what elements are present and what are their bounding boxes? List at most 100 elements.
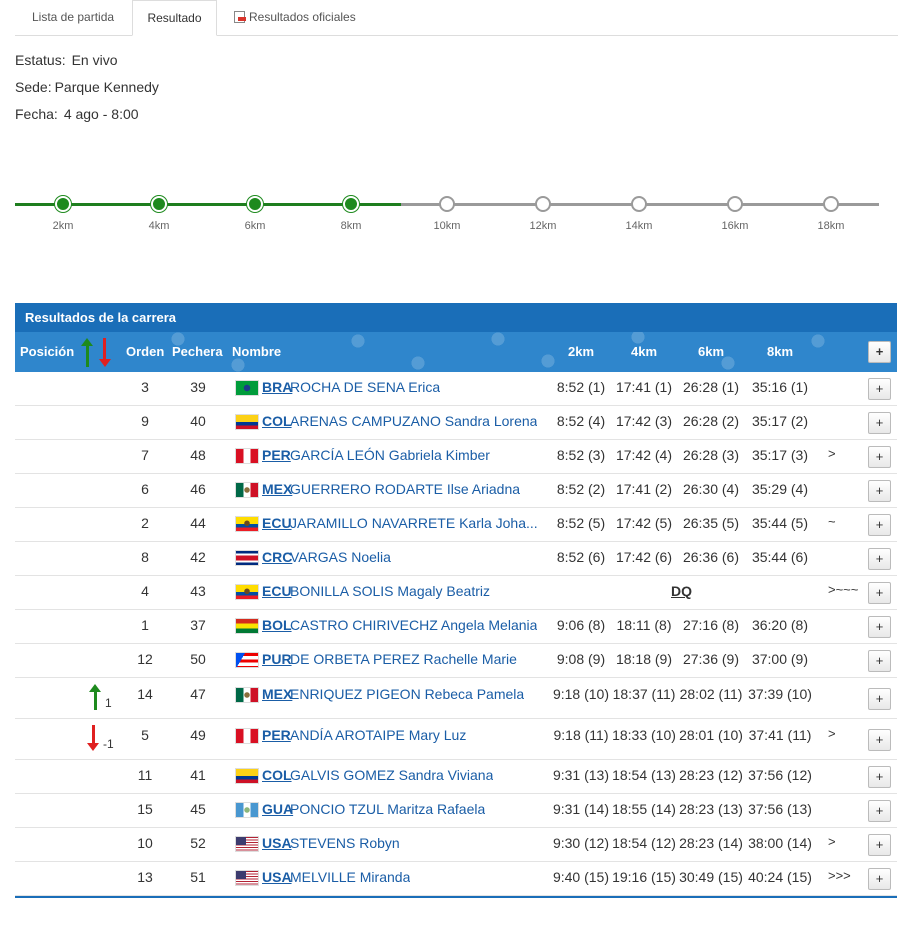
split-2km-cell: 8:52 (5) — [556, 515, 606, 531]
table-row: 1 14 47 MEX ENRIQUEZ PIGEON Rebeca Pamela 9:1… — [15, 678, 897, 719]
expand-row-button[interactable]: + — [868, 834, 891, 856]
expand-row-button[interactable]: + — [868, 766, 891, 788]
expand-row-button[interactable]: + — [868, 729, 891, 751]
tab-start-list[interactable]: Lista de partida — [32, 0, 114, 36]
athlete-name-link[interactable]: PONCIO TZUL Maritza Rafaela — [290, 801, 485, 817]
expand-all-button[interactable]: + — [868, 341, 891, 363]
country-code-link[interactable]: ECU — [262, 515, 292, 531]
header-split-8km[interactable]: 8km — [747, 344, 813, 359]
checkpoint-12km-marker — [535, 196, 551, 212]
country-code-link[interactable]: USA — [262, 869, 292, 885]
split-2km-cell: 9:30 (12) — [552, 835, 610, 851]
expand-row-button[interactable]: + — [868, 480, 891, 502]
split-2km-cell: 9:06 (8) — [556, 617, 606, 633]
checkpoint-16km-marker — [727, 196, 743, 212]
checkpoint-4km-marker — [151, 196, 167, 212]
athlete-name-link[interactable]: GALVIS GOMEZ Sandra Viviana — [290, 767, 493, 783]
split-6km-cell: 26:35 (5) — [682, 515, 740, 531]
checkpoint-10km-marker — [439, 196, 455, 212]
bib-cell: 50 — [190, 651, 206, 667]
expand-row-button[interactable]: + — [868, 548, 891, 570]
country-code-link[interactable]: ECU — [262, 583, 292, 599]
split-6km-cell: 28:23 (14) — [679, 835, 743, 851]
header-split-6km[interactable]: 6km — [678, 344, 744, 359]
results-table-header: Posición Orden Pechera Nombre 2km 4km 6k… — [15, 332, 897, 372]
flag-col-icon — [235, 414, 259, 430]
country-code-link[interactable]: COL — [262, 767, 292, 783]
expand-row-button[interactable]: + — [868, 446, 891, 468]
country-code-link[interactable]: BRA — [262, 379, 292, 395]
expand-row-button[interactable]: + — [868, 378, 891, 400]
athlete-name-link[interactable]: DE ORBETA PEREZ Rachelle Marie — [290, 651, 517, 667]
country-code-link[interactable]: CRC — [262, 549, 292, 565]
split-8km-cell: 35:29 (4) — [751, 481, 809, 497]
header-position[interactable]: Posición — [20, 344, 74, 359]
header-split-2km[interactable]: 2km — [548, 344, 614, 359]
split-2km-cell: 8:52 (4) — [556, 413, 606, 429]
expand-row-button[interactable]: + — [868, 582, 891, 604]
country-code-link[interactable]: BOL — [262, 617, 292, 633]
tab-results[interactable]: Resultado — [132, 0, 217, 36]
expand-row-button[interactable]: + — [868, 868, 891, 890]
country-code-link[interactable]: PER — [262, 447, 291, 463]
table-row: 7 48 PER GARCÍA LEÓN Gabriela Kimber 8:52 (3… — [15, 440, 897, 474]
dq-badge: DQ — [671, 583, 692, 599]
athlete-name-link[interactable]: MELVILLE Miranda — [290, 869, 410, 885]
checkpoint-18km-marker — [823, 196, 839, 212]
athlete-name-link[interactable]: ROCHA DE SENA Erica — [290, 379, 440, 395]
checkpoint-label: 4km — [148, 220, 170, 232]
header-name[interactable]: Nombre — [232, 344, 281, 359]
country-code-link[interactable]: USA — [262, 835, 292, 851]
athlete-name-link[interactable]: GUERRERO RODARTE Ilse Ariadna — [290, 481, 520, 497]
checkpoint-8km-marker — [343, 196, 359, 212]
split-4km-cell: 18:37 (11) — [612, 686, 676, 702]
split-4km-cell: 17:42 (5) — [615, 515, 673, 531]
athlete-name-link[interactable]: JARAMILLO NAVARRETE Karla Joha... — [290, 515, 538, 531]
athlete-name-link[interactable]: ANDÍA AROTAIPE Mary Luz — [290, 727, 466, 743]
expand-row-button[interactable]: + — [868, 688, 891, 710]
expand-row-button[interactable]: + — [868, 800, 891, 822]
bib-cell: 51 — [190, 869, 206, 885]
country-code-link[interactable]: MEX — [262, 686, 292, 702]
order-cell: 4 — [141, 583, 149, 599]
header-bib[interactable]: Pechera — [172, 344, 223, 359]
flag-col-icon — [235, 768, 259, 784]
split-8km-cell: 37:39 (10) — [748, 686, 812, 702]
athlete-name-link[interactable]: BONILLA SOLIS Magaly Beatriz — [290, 583, 490, 599]
country-code-link[interactable]: PER — [262, 727, 291, 743]
bib-cell: 42 — [190, 549, 206, 565]
checkpoint-label: 14km — [625, 220, 653, 232]
expand-row-button[interactable]: + — [868, 650, 891, 672]
country-code-link[interactable]: MEX — [262, 481, 292, 497]
table-row: 12 50 PUR DE ORBETA PEREZ Rachelle Marie 9:0… — [15, 644, 897, 678]
country-code-link[interactable]: GUA — [262, 801, 293, 817]
header-split-4km[interactable]: 4km — [611, 344, 677, 359]
warning-marks: > — [828, 446, 836, 461]
header-order[interactable]: Orden — [126, 344, 164, 359]
expand-row-button[interactable]: + — [868, 514, 891, 536]
checkpoint-label: 8km — [340, 220, 362, 232]
expand-row-button[interactable]: + — [868, 616, 891, 638]
order-cell: 9 — [141, 413, 149, 429]
split-8km-cell: 37:56 (12) — [748, 767, 812, 783]
tab-official-results-label: Resultados oficiales — [249, 10, 356, 24]
athlete-name-link[interactable]: CASTRO CHIRIVECHZ Angela Melania — [290, 617, 537, 633]
checkpoint-label: 16km — [721, 220, 749, 232]
athlete-name-link[interactable]: ENRIQUEZ PIGEON Rebeca Pamela — [290, 686, 524, 702]
country-code-link[interactable]: PUR — [262, 651, 292, 667]
split-2km-cell: 8:52 (1) — [556, 379, 606, 395]
athlete-name-link[interactable]: STEVENS Robyn — [290, 835, 400, 851]
table-row: -1 5 49 PER ANDÍA AROTAIPE Mary Luz 9:18 (11)… — [15, 719, 897, 760]
athlete-name-link[interactable]: ARENAS CAMPUZANO Sandra Lorena — [290, 413, 537, 429]
order-cell: 2 — [141, 515, 149, 531]
tab-official-results[interactable]: Resultados oficiales — [234, 0, 356, 36]
split-6km-cell: 26:30 (4) — [682, 481, 740, 497]
order-cell: 12 — [137, 651, 153, 667]
athlete-name-link[interactable]: VARGAS Noelia — [290, 549, 391, 565]
athlete-name-link[interactable]: GARCÍA LEÓN Gabriela Kimber — [290, 447, 490, 463]
bib-cell: 40 — [190, 413, 206, 429]
expand-row-button[interactable]: + — [868, 412, 891, 434]
split-2km-cell: 8:52 (6) — [556, 549, 606, 565]
country-code-link[interactable]: COL — [262, 413, 292, 429]
bib-cell: 45 — [190, 801, 206, 817]
